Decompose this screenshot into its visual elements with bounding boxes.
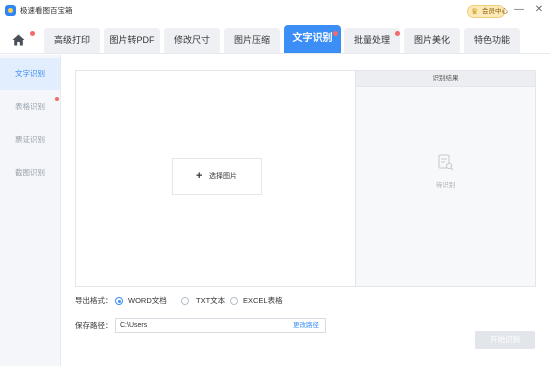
crown-icon: ♛	[471, 7, 479, 16]
home-icon	[12, 34, 25, 46]
export-format-label: 导出格式：	[75, 296, 113, 305]
sidebar-item-screenshot-ocr[interactable]: 截图识别	[0, 157, 60, 189]
home-notify-dot	[30, 31, 35, 36]
tab-features[interactable]: 特色功能	[464, 28, 520, 53]
sidebar-item-text-ocr[interactable]: 文字识别	[0, 58, 60, 90]
table-ocr-notify-dot	[55, 97, 59, 101]
app-title: 极速看图百宝箱	[20, 6, 73, 15]
sidebar: 文字识别 表格识别 票证识别 截图识别	[0, 55, 61, 366]
start-recognition-button[interactable]: 开始识别	[475, 331, 535, 349]
save-path-field[interactable]: C:\Users 更改路径	[115, 318, 326, 333]
select-image-button[interactable]: + 选择图片	[172, 158, 262, 195]
sidebar-item-ticket-ocr[interactable]: 票证识别	[0, 124, 60, 156]
tab-resize[interactable]: 修改尺寸	[164, 28, 220, 53]
word-option-label[interactable]: WORD文档	[128, 295, 167, 307]
result-placeholder: 待识别	[435, 182, 456, 189]
excel-option-label[interactable]: EXCEL表格	[243, 295, 283, 307]
change-path-link[interactable]: 更改路径	[293, 320, 319, 332]
txt-option-label[interactable]: TXT文本	[196, 295, 225, 307]
tab-compress[interactable]: 图片压缩	[224, 28, 280, 53]
save-path-label: 保存路径：	[75, 321, 113, 330]
save-path-value: C:\Users	[120, 322, 148, 329]
ocr-notify-dot	[333, 31, 338, 36]
select-image-label: 选择图片	[209, 173, 237, 180]
main-tab-bar: 高级打印 图片转PDF 修改尺寸 图片压缩 文字识别 批量处理 图片美化 特色功…	[0, 22, 550, 54]
image-drop-area[interactable]: + 选择图片	[75, 70, 356, 287]
app-logo-icon	[5, 5, 16, 16]
tab-advanced-print[interactable]: 高级打印	[44, 28, 100, 53]
tab-image-to-pdf[interactable]: 图片转PDF	[104, 28, 160, 53]
tab-ocr[interactable]: 文字识别	[284, 25, 341, 53]
excel-radio[interactable]	[230, 297, 238, 305]
txt-radio[interactable]	[181, 297, 189, 305]
word-radio[interactable]	[115, 297, 123, 305]
sidebar-item-table-ocr[interactable]: 表格识别	[0, 91, 60, 123]
plus-icon: +	[196, 170, 203, 182]
document-search-icon	[438, 154, 454, 171]
tab-beautify[interactable]: 图片美化	[404, 28, 460, 53]
home-tab[interactable]	[8, 31, 35, 51]
tab-batch[interactable]: 批量处理	[344, 28, 400, 53]
result-header: 识别结果	[356, 71, 535, 87]
minimize-button[interactable]: —	[512, 3, 526, 17]
vip-center-button[interactable]: ♛ 会员中心	[467, 5, 508, 18]
vip-center-label: 会员中心	[482, 8, 508, 15]
close-button[interactable]: ✕	[532, 3, 546, 17]
title-bar: 极速看图百宝箱 ♛ 会员中心 — ✕	[0, 0, 550, 22]
result-panel: 识别结果 待识别	[356, 70, 536, 287]
batch-notify-dot	[395, 31, 400, 36]
